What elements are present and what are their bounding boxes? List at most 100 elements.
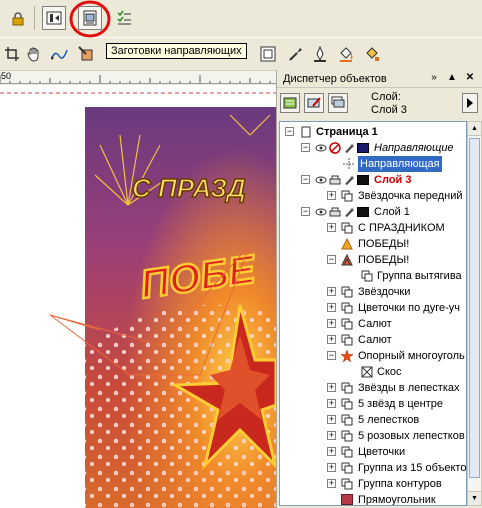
- tree-row-object[interactable]: + 5 звёзд в центре: [280, 396, 466, 412]
- collapse-docker-icon[interactable]: »: [427, 72, 441, 83]
- tree-row-layer3[interactable]: − Слой 3: [280, 172, 466, 188]
- pencil-icon[interactable]: [343, 206, 355, 218]
- eye-icon[interactable]: [315, 174, 327, 186]
- tree-row-object[interactable]: Скос: [280, 364, 466, 380]
- docker-header: Диспетчер объектов » ▲ ✕: [277, 70, 482, 88]
- expand-toggle[interactable]: +: [327, 431, 336, 440]
- smart-fill-icon[interactable]: [74, 42, 98, 66]
- collapse-toggle[interactable]: −: [327, 255, 336, 264]
- pencil-icon[interactable]: [343, 142, 355, 154]
- object-label: Группа из 15 объекто: [358, 462, 467, 474]
- tree-row-layer1[interactable]: − Слой 1: [280, 204, 466, 220]
- tree-row-object[interactable]: − ПОБЕДЫ!: [280, 252, 466, 268]
- printer-icon[interactable]: [329, 174, 341, 186]
- artwork: С ПРАЗД ПОБЕ: [0, 92, 276, 508]
- docker-menu-button[interactable]: [462, 93, 478, 113]
- no-print-icon[interactable]: [329, 142, 341, 154]
- tree-row-object[interactable]: + С ПРАЗДНИКОМ: [280, 220, 466, 236]
- expand-toggle[interactable]: +: [327, 319, 336, 328]
- scroll-thumb[interactable]: [469, 138, 480, 478]
- crop-tool-icon[interactable]: [0, 42, 24, 66]
- collapse-toggle[interactable]: −: [327, 351, 336, 360]
- tree-row-object[interactable]: − Опорный многоуголь: [280, 348, 466, 364]
- tree-row-object[interactable]: + Цветочки: [280, 444, 466, 460]
- object-tree: − Страница 1 − Направляющие Направляющая…: [279, 121, 467, 506]
- expand-toggle[interactable]: +: [327, 383, 336, 392]
- tree-row-object[interactable]: + Салют: [280, 316, 466, 332]
- group-icon: [341, 222, 353, 234]
- eye-icon[interactable]: [315, 206, 327, 218]
- top-toolbar: [0, 0, 482, 38]
- tree-row-page[interactable]: − Страница 1: [280, 124, 466, 140]
- hand-tool-icon[interactable]: [22, 42, 46, 66]
- printer-icon[interactable]: [329, 206, 341, 218]
- expand-toggle[interactable]: +: [327, 399, 336, 408]
- eyedropper-icon[interactable]: [284, 42, 308, 66]
- lock-icon[interactable]: [6, 7, 30, 31]
- expand-toggle[interactable]: +: [327, 415, 336, 424]
- expand-toggle[interactable]: +: [327, 447, 336, 456]
- fill-bucket-icon[interactable]: [334, 42, 358, 66]
- tree-row-star-front[interactable]: + Звёздочка передний: [280, 188, 466, 204]
- pen-outline-icon[interactable]: [308, 42, 332, 66]
- guideline-icon: [343, 158, 355, 170]
- group-icon: [361, 270, 373, 282]
- tree-row-object[interactable]: + Салют: [280, 332, 466, 348]
- tree-row-object[interactable]: + Группа контуров: [280, 476, 466, 492]
- tree-scrollbar[interactable]: ▲ ▼: [467, 121, 482, 506]
- drawing-canvas[interactable]: С ПРАЗД ПОБЕ: [0, 85, 276, 508]
- expand-toggle[interactable]: +: [327, 191, 336, 200]
- tree-row-object[interactable]: + 5 розовых лепестков: [280, 428, 466, 444]
- layer-color-swatch: [357, 143, 369, 153]
- close-docker-icon[interactable]: ✕: [463, 72, 477, 83]
- interactive-fill-icon[interactable]: [360, 42, 384, 66]
- ruler-ticks: [0, 75, 271, 83]
- object-label: Группа контуров: [358, 478, 442, 490]
- expand-toggle[interactable]: +: [327, 479, 336, 488]
- tree-row-guide-item[interactable]: Направляющая: [280, 156, 466, 172]
- expand-toggle[interactable]: +: [327, 463, 336, 472]
- layer-manager-view-button[interactable]: [328, 93, 348, 113]
- collapse-toggle[interactable]: −: [285, 127, 294, 136]
- tree-row-object[interactable]: + Звёзды в лепестках: [280, 380, 466, 396]
- svg-text:С ПРАЗД: С ПРАЗД: [132, 173, 246, 203]
- expand-toggle[interactable]: +: [327, 223, 336, 232]
- group-icon: [341, 190, 353, 202]
- page-frame-icon[interactable]: [256, 42, 280, 66]
- layer-color-swatch: [357, 175, 369, 185]
- guidelines-options-button[interactable]: [42, 6, 66, 30]
- expand-toggle[interactable]: +: [327, 287, 336, 296]
- group-icon: [341, 302, 353, 314]
- guide-item-label: Направляющая: [358, 156, 442, 172]
- eye-icon[interactable]: [315, 142, 327, 154]
- collapse-toggle[interactable]: −: [301, 175, 310, 184]
- group-icon: [341, 334, 353, 346]
- edit-across-layers-button[interactable]: [304, 93, 324, 113]
- scroll-down-button[interactable]: ▼: [468, 491, 481, 505]
- tree-row-object[interactable]: + Цветочки по дуге-уч: [280, 300, 466, 316]
- pencil-icon[interactable]: [343, 174, 355, 186]
- tree-row-object[interactable]: + 5 лепестков: [280, 412, 466, 428]
- tree-row-object[interactable]: + Группа из 15 объекто: [280, 460, 467, 476]
- tree-row-object[interactable]: Прямоугольник: [280, 492, 466, 505]
- scroll-up-button[interactable]: ▲: [468, 122, 481, 136]
- minimize-docker-icon[interactable]: ▲: [445, 72, 459, 83]
- freehand-tool-icon[interactable]: [48, 42, 72, 66]
- object-label: 5 лепестков: [358, 414, 420, 426]
- object-label: С ПРАЗДНИКОМ: [358, 222, 445, 234]
- object-label: Салют: [358, 334, 392, 346]
- expand-toggle[interactable]: +: [327, 303, 336, 312]
- group-icon: [341, 382, 353, 394]
- tree-row-object[interactable]: + Звёздочки: [280, 284, 466, 300]
- guideline-presets-tooltip: Заготовки направляющих: [106, 43, 247, 59]
- show-properties-button[interactable]: [280, 93, 300, 113]
- expand-toggle[interactable]: +: [327, 335, 336, 344]
- guides-list-icon[interactable]: [112, 6, 136, 30]
- horizontal-ruler[interactable]: 50: [0, 70, 276, 84]
- tree-row-guides-layer[interactable]: − Направляющие: [280, 140, 466, 156]
- tree-row-object[interactable]: ПОБЕДЫ!: [280, 236, 466, 252]
- collapse-toggle[interactable]: −: [301, 207, 310, 216]
- object-label: 5 звёзд в центре: [358, 398, 443, 410]
- tree-row-object[interactable]: Группа вытягива: [280, 268, 466, 284]
- collapse-toggle[interactable]: −: [301, 143, 310, 152]
